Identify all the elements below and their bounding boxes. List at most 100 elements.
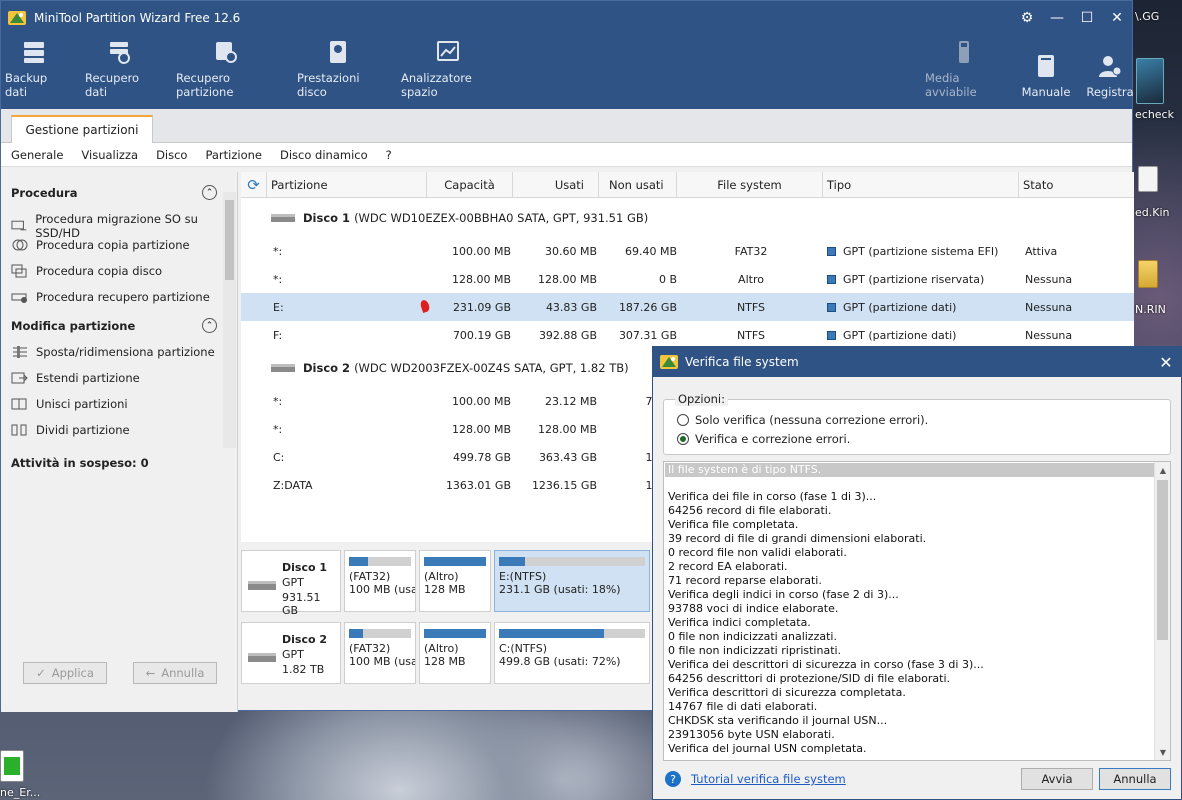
tab-gestione-partizioni[interactable]: Gestione partizioni <box>11 115 153 143</box>
undo-label: Annulla <box>161 666 205 680</box>
edit-merge[interactable]: Unisci partizioni <box>11 397 128 411</box>
log-scroll-thumb[interactable] <box>1157 480 1168 640</box>
partition-recovery-button[interactable]: Recupero partizione <box>176 35 276 109</box>
cell-used: 128.00 MB <box>513 415 597 443</box>
cell-text: E: <box>273 300 284 314</box>
cell-used: 1236.15 GB <box>513 471 597 499</box>
radio-button[interactable] <box>677 414 689 426</box>
usage-bar <box>349 557 411 566</box>
manual-button[interactable]: Manuale <box>1022 35 1070 109</box>
cell-type: GPT (partizione riservata) <box>827 265 1021 293</box>
disk-map-partition[interactable]: (Altro) 128 MB <box>419 622 491 684</box>
menu-help[interactable]: ? <box>386 148 392 162</box>
partition-info: 100 MB (usat <box>349 583 416 596</box>
wizard-copy-partition[interactable]: Procedura copia partizione <box>11 238 190 252</box>
cell-cap: 128.00 MB <box>427 265 511 293</box>
disk-map-info[interactable]: Disco 2 GPT 1.82 TB <box>241 622 341 684</box>
desktop-file-icon[interactable] <box>1138 166 1158 192</box>
desktop-green-icon[interactable] <box>0 750 24 782</box>
cell-text: Nessuna <box>1025 328 1073 342</box>
wizard-copy-disk[interactable]: Procedura copia disco <box>11 264 162 278</box>
desktop-folder-icon[interactable] <box>1138 260 1158 288</box>
column-usati[interactable]: Usati <box>513 172 599 198</box>
wizard-recover-partition[interactable]: Procedura recupero partizione <box>11 290 210 304</box>
disk-header-row[interactable]: Disco 2 (WDC WD2003FZEX-00Z4S SATA, GPT,… <box>271 354 629 382</box>
cell-status: Nessuna <box>1025 321 1135 349</box>
wizard-migrate-os[interactable]: Procedura migrazione SO su SSD/HD <box>11 212 237 240</box>
collapse-icon[interactable]: ⌃ <box>202 318 217 333</box>
disk-map-name: Disco 1 <box>282 561 328 574</box>
dialog-title-bar[interactable]: Verifica file system <box>653 347 1181 377</box>
disk-desc: (WDC WD2003FZEX-00Z4S SATA, GPT, 1.82 TB… <box>354 361 629 375</box>
radio-button-checked[interactable] <box>677 433 689 445</box>
disk-map-partition[interactable]: (FAT32) 100 MB (usat <box>344 550 416 612</box>
refresh-icon[interactable]: ⟳ <box>241 172 267 198</box>
disk-map-name: Disco 2 <box>282 633 328 646</box>
edit-extend[interactable]: Estendi partizione <box>11 371 140 385</box>
cell-text: 363.43 GB <box>538 450 597 464</box>
disk-map-partition[interactable]: (Altro) 128 MB <box>419 550 491 612</box>
settings-icon[interactable]: ⚙ <box>1012 1 1042 35</box>
menu-disco[interactable]: Disco <box>156 148 187 162</box>
column-tipo[interactable]: Tipo <box>823 172 1019 198</box>
cell-text: Nessuna <box>1025 300 1073 314</box>
disk-benchmark-button[interactable]: Prestazioni disco <box>297 35 379 109</box>
undo-button[interactable]: ← Annulla <box>133 662 217 684</box>
ribbon-label: Prestazioni disco <box>297 71 360 99</box>
menu-visualizza[interactable]: Visualizza <box>81 148 138 162</box>
cell-text: 128.00 MB <box>537 272 597 286</box>
sidebar-scroll-thumb[interactable] <box>225 200 234 280</box>
cell-fs: NTFS <box>679 321 823 349</box>
apply-button[interactable]: ✓ Applica <box>23 662 107 684</box>
table-row[interactable]: F: 700.19 GB 392.88 GB 307.31 GB NTFS GPT (pa… <box>241 321 1134 349</box>
scroll-down-icon[interactable]: ▼ <box>1155 744 1170 760</box>
desktop-app-icon[interactable] <box>1136 58 1164 104</box>
collapse-icon[interactable]: ⌃ <box>202 185 217 200</box>
cell-text: 100.00 MB <box>451 244 511 258</box>
maximize-button[interactable]: ☐ <box>1072 1 1102 35</box>
column-partizione[interactable]: Partizione <box>267 172 427 198</box>
minimize-button[interactable]: — <box>1042 1 1072 35</box>
usage-bar-fill <box>349 629 364 638</box>
data-recovery-button[interactable]: Recupero dati <box>85 35 155 109</box>
scroll-up-icon[interactable]: ▲ <box>1155 462 1170 478</box>
cell-fs: Altro <box>679 265 823 293</box>
edit-split[interactable]: Dividi partizione <box>11 423 130 437</box>
disk-map-partition[interactable]: C:(NTFS) 499.8 GB (usati: 72%) <box>494 622 650 684</box>
table-row[interactable]: *: 128.00 MB 128.00 MB 0 B Altro GPT (partizi… <box>241 265 1134 293</box>
help-link[interactable]: ? Tutorial verifica file system <box>665 771 846 787</box>
close-button[interactable]: ✕ <box>1102 1 1132 35</box>
dialog-close-button[interactable]: ✕ <box>1151 347 1181 377</box>
column-non-usati[interactable]: Non usati <box>599 172 677 198</box>
radio-check-only[interactable]: Solo verifica (nessuna correzione errori… <box>677 413 928 427</box>
disk-header-row[interactable]: Disco 1 (WDC WD10EZEX-00BBHA0 SATA, GPT,… <box>271 204 648 232</box>
bootable-media-button[interactable]: Media avviabile <box>925 35 1003 109</box>
options-group <box>663 399 1171 455</box>
merge-icon <box>11 398 27 410</box>
table-row[interactable]: E: 231.09 GB 43.83 GB 187.26 GB NTFS GPT (par… <box>241 293 1134 321</box>
backup-data-button[interactable]: Backup dati <box>5 35 63 109</box>
log-scrollbar[interactable]: ▲ ▼ <box>1154 462 1170 760</box>
cancel-button[interactable]: Annulla <box>1099 768 1171 790</box>
radio-check-and-fix[interactable]: Verifica e correzione errori. <box>677 432 850 446</box>
partition-label: (Altro) <box>424 570 459 583</box>
disk-label: Disco 2 <box>303 361 351 375</box>
title-bar[interactable]: MiniTool Partition Wizard Free 12.6 ⚙ — … <box>1 1 1132 35</box>
disk-map-partition[interactable]: E:(NTFS) 231.1 GB (usati: 18%) <box>494 550 650 612</box>
log-output: Il file system è di tipo NTFS. Verifica … <box>663 461 1171 761</box>
menu-disco-dinamico[interactable]: Disco dinamico <box>280 148 368 162</box>
disk-map-info[interactable]: Disco 1 GPT 931.51 GB <box>241 550 341 617</box>
column-stato[interactable]: Stato <box>1019 172 1134 198</box>
column-capacita[interactable]: Capacità <box>427 172 513 198</box>
space-analyzer-button[interactable]: Analizzatore spazio <box>401 35 495 109</box>
edit-move-resize[interactable]: Sposta/ridimensiona partizione <box>11 345 215 359</box>
table-row[interactable]: *: 100.00 MB 30.60 MB 69.40 MB FAT32 GPT (par… <box>241 237 1134 265</box>
cell-text: 307.31 GB <box>618 328 677 342</box>
cell-text: 499.78 GB <box>452 450 511 464</box>
column-file-system[interactable]: File system <box>677 172 823 198</box>
disk-map-partition[interactable]: (FAT32) 100 MB (usat <box>344 622 416 684</box>
start-button[interactable]: Avvia <box>1021 768 1093 790</box>
menu-partizione[interactable]: Partizione <box>205 148 262 162</box>
register-button[interactable]: Registra <box>1086 35 1134 109</box>
menu-generale[interactable]: Generale <box>11 148 63 162</box>
